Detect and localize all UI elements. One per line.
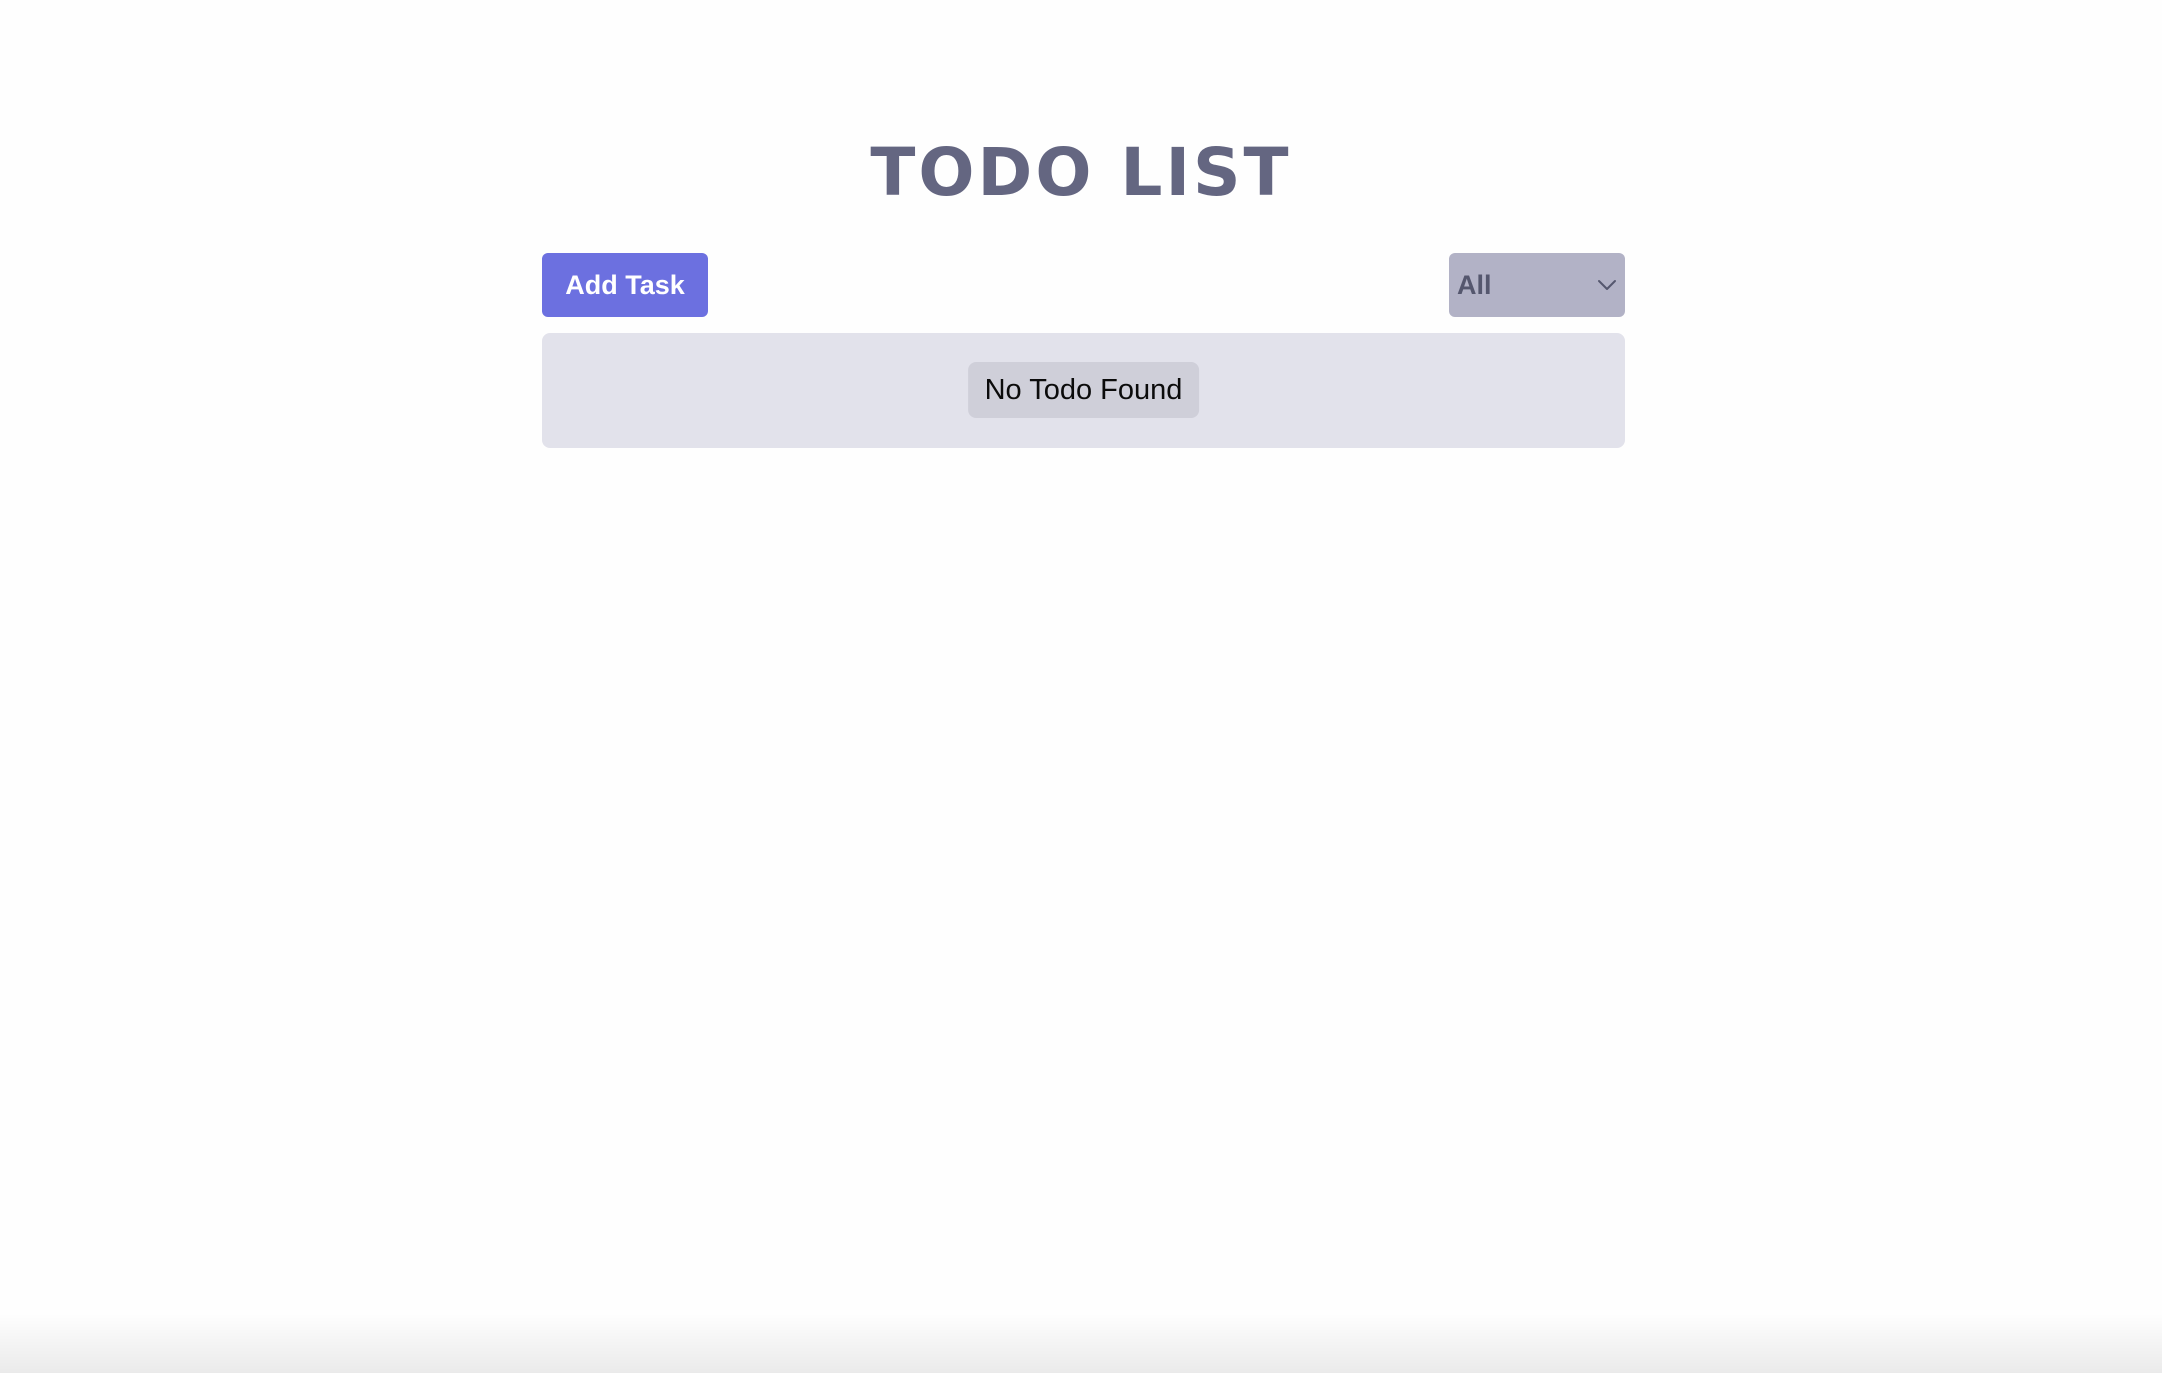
- todo-app: Add Task All No Todo Found: [542, 253, 1625, 448]
- status-filter-select[interactable]: All: [1449, 253, 1625, 317]
- toolbar: Add Task All: [542, 253, 1625, 317]
- status-filter-value: All: [1457, 269, 1492, 300]
- add-task-button[interactable]: Add Task: [542, 253, 708, 317]
- empty-state-message: No Todo Found: [967, 362, 1200, 418]
- page-title: TODO LIST: [870, 134, 1292, 211]
- todo-list: No Todo Found: [542, 333, 1625, 448]
- window-bottom-shadow: [0, 1313, 2162, 1373]
- todo-page: TODO LIST Add Task All No Todo Found: [0, 0, 2162, 1373]
- chevron-down-icon: [1598, 280, 1616, 290]
